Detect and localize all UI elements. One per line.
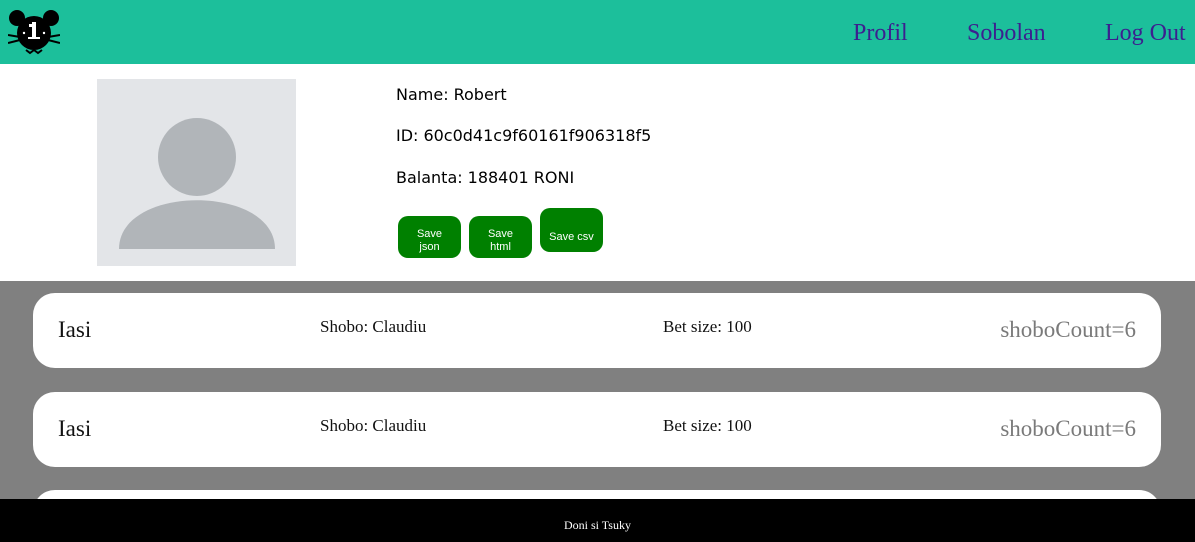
footer-text: Doni si Tsuky	[564, 518, 631, 532]
bet-card-partial[interactable]	[33, 490, 1161, 499]
balance-value: 188401 RONI	[467, 168, 575, 187]
bet-city: Iasi	[58, 317, 92, 342]
bet-city: Iasi	[58, 416, 92, 441]
nav-link-sobolan[interactable]: Sobolan	[967, 20, 1046, 47]
profile-id: ID: 60c0d41c9f60161f906318f5	[396, 126, 651, 145]
save-html-label-2: html	[490, 240, 511, 253]
balance-label: Balanta:	[396, 168, 463, 187]
save-html-label-1: Save	[487, 227, 514, 240]
bet-shobo: Shobo: Claudiu	[320, 317, 427, 336]
bet-size: Bet size: 100	[663, 317, 752, 336]
bet-size: Bet size: 100	[663, 416, 752, 435]
bet-list[interactable]: Iasi Shobo: Claudiu Bet size: 100 shoboC…	[0, 281, 1195, 499]
name-label: Name:	[396, 85, 449, 104]
save-csv-label: Save csv	[549, 230, 594, 243]
name-value: Robert	[453, 85, 507, 104]
bet-shobo-count: shoboCount=6	[1000, 317, 1136, 342]
bet-card[interactable]: Iasi Shobo: Claudiu Bet size: 100 shoboC…	[33, 392, 1161, 467]
mouse-clock-logo-icon[interactable]	[7, 9, 61, 55]
nav-link-profil[interactable]: Profil	[853, 20, 908, 47]
save-html-button[interactable]: Save html	[469, 216, 532, 258]
footer: Doni si Tsuky	[0, 499, 1195, 542]
user-placeholder-icon	[97, 79, 296, 266]
save-json-label-2: json	[419, 240, 440, 253]
bet-card[interactable]: Iasi Shobo: Claudiu Bet size: 100 shoboC…	[33, 293, 1161, 368]
profile-name: Name: Robert	[396, 85, 507, 104]
save-json-button[interactable]: Save json	[398, 216, 461, 258]
nav-link-log-out[interactable]: Log Out	[1105, 20, 1186, 47]
navbar: Profil Sobolan Log Out	[0, 0, 1195, 64]
save-json-label-1: Save	[416, 227, 443, 240]
profile-balance: Balanta: 188401 RONI	[396, 168, 574, 187]
bet-shobo-count: shoboCount=6	[1000, 416, 1136, 441]
id-label: ID:	[396, 126, 419, 145]
profile-section: Name: Robert ID: 60c0d41c9f60161f906318f5 …	[0, 64, 1195, 281]
bet-shobo: Shobo: Claudiu	[320, 416, 427, 435]
id-value: 60c0d41c9f60161f906318f5	[423, 126, 652, 145]
save-csv-button[interactable]: Save csv	[540, 208, 603, 252]
